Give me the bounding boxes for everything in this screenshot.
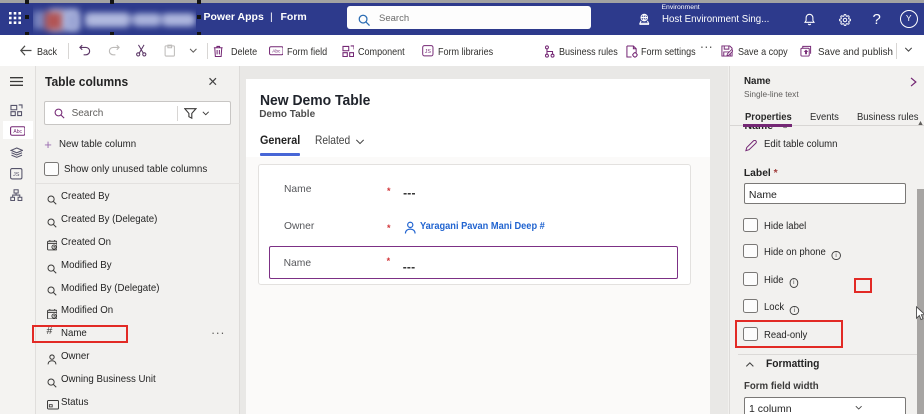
svg-text:JS: JS — [425, 49, 432, 55]
svg-text:Abc: Abc — [272, 49, 281, 55]
svg-text:Abc: Abc — [13, 129, 22, 135]
svg-text:JS: JS — [13, 172, 20, 178]
